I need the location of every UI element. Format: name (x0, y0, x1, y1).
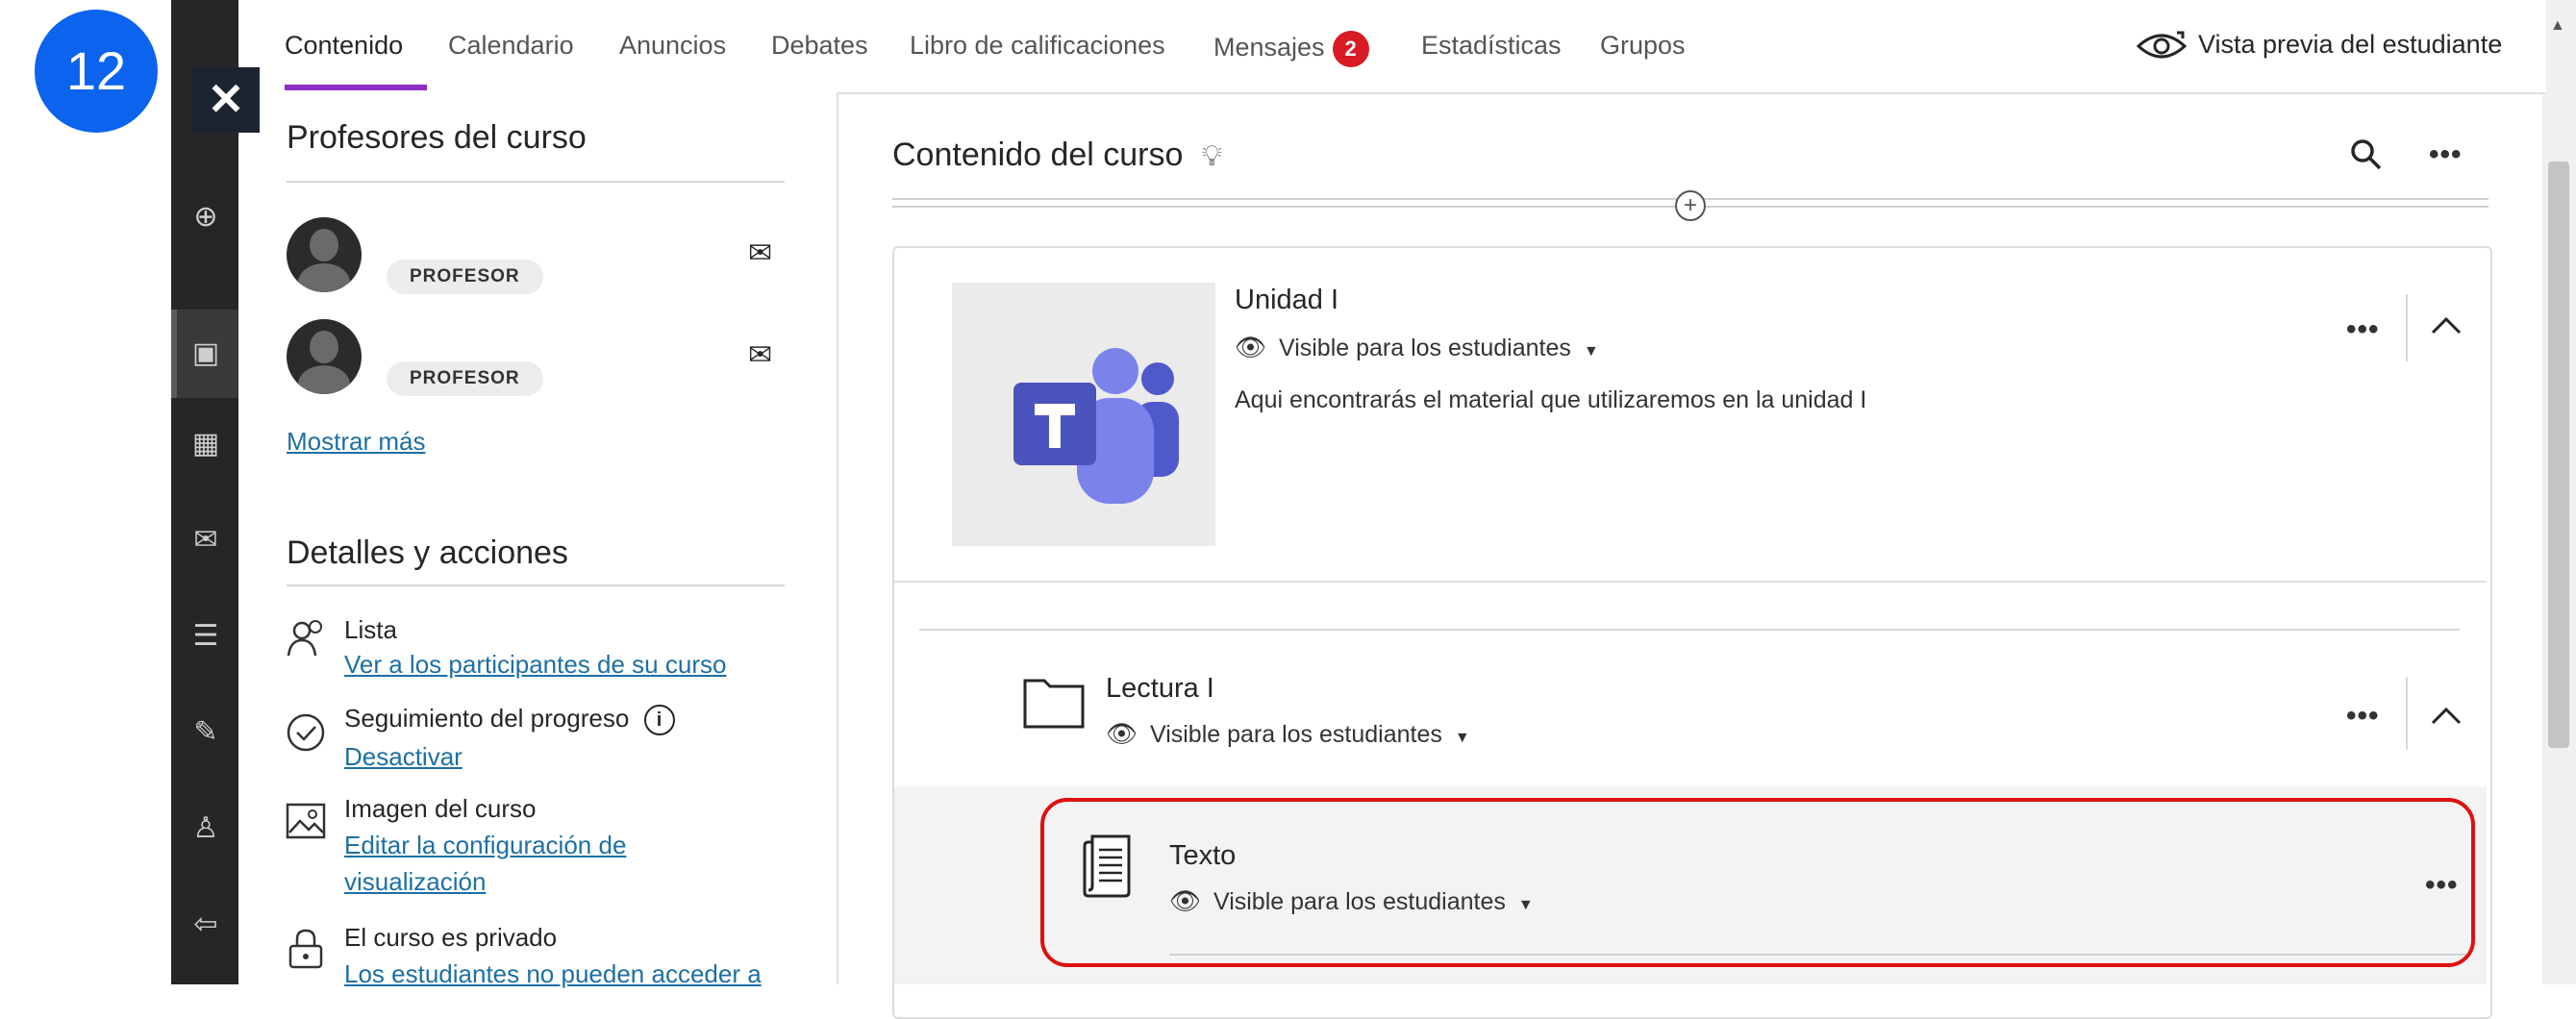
gradebook-icon[interactable]: ☰ (190, 621, 221, 652)
divider (2406, 294, 2408, 361)
folder-icon (1023, 679, 1085, 729)
caret-down-icon: ▼ (1454, 730, 1470, 746)
close-panel-button[interactable]: ✕ (192, 67, 260, 133)
folder-more-options-icon[interactable]: ••• (2346, 700, 2380, 733)
divider (287, 584, 785, 586)
teams-logo-icon (1013, 348, 1179, 504)
collapse-chevron-up-icon[interactable] (2429, 313, 2463, 336)
course-image-title: Imagen del curso (344, 794, 537, 823)
student-preview-icon (2136, 31, 2188, 59)
folder-title[interactable]: Lectura I (1106, 673, 1214, 705)
avatar[interactable] (287, 217, 362, 292)
messages-icon[interactable]: ✉ (190, 525, 221, 556)
roster-link[interactable]: Ver a los participantes de su curso (344, 650, 726, 680)
search-icon[interactable] (2348, 137, 2383, 171)
course-image-link-line1[interactable]: Editar la configuración de (344, 831, 626, 860)
roster-title: Lista (344, 615, 397, 644)
course-image-link-line2[interactable]: visualización (344, 867, 486, 897)
lightbulb-icon[interactable]: 💡︎ (1202, 140, 1222, 172)
email-icon[interactable]: ✉ (748, 338, 772, 372)
page-title: Contenido del curso 💡︎ (892, 137, 1222, 174)
folder-visibility-dropdown[interactable]: 👁︎ Visible para los estudiantes ▼ (1106, 719, 1470, 749)
active-nav-indicator (171, 310, 177, 398)
details-heading: Detalles y acciones (287, 534, 568, 571)
tab-contenido[interactable]: Contenido (285, 31, 403, 61)
course-content-icon[interactable]: ▣ (190, 338, 221, 369)
unit-visibility-label: Visible para los estudiantes (1278, 335, 1571, 361)
scroll-up-arrow-icon[interactable]: ▲ (2550, 17, 2565, 35)
globe-icon[interactable]: ⊕ (190, 202, 221, 233)
collapse-chevron-up-icon[interactable] (2429, 704, 2463, 727)
add-content-icon[interactable]: + (1675, 190, 1706, 221)
calendar-icon[interactable]: ▦ (190, 429, 221, 460)
image-icon (286, 803, 326, 839)
top-navigation: Contenido Calendario Anuncios Debates Li… (238, 0, 2546, 94)
professor-role-badge: PROFESOR (387, 361, 543, 396)
student-preview-label: Vista previa del estudiante (2198, 30, 2503, 60)
tab-mensajes-label: Mensajes (1213, 33, 1325, 62)
tab-mensajes[interactable]: Mensajes 2 (1213, 31, 1369, 67)
professors-heading: Profesores del curso (287, 119, 587, 156)
tab-grupos[interactable]: Grupos (1600, 31, 1686, 61)
course-nav-rail: ⊕ ▣ ▦ ✉ ☰ ✎ ♙ ⇦ (171, 0, 238, 984)
caret-down-icon: ▼ (1583, 343, 1599, 360)
unread-messages-badge: 2 (1332, 31, 1369, 67)
info-icon[interactable]: i (643, 705, 675, 736)
unit-thumbnail[interactable] (952, 283, 1215, 546)
eye-icon: 👁︎ (1235, 333, 1267, 361)
lock-icon (288, 929, 323, 969)
course-details-panel: Profesores del curso PROFESOR ✉ PROFESOR… (238, 92, 838, 988)
edit-icon[interactable]: ✎ (190, 717, 221, 748)
folder-visibility-label: Visible para los estudiantes (1149, 721, 1442, 748)
tab-libro-de-calificaciones[interactable]: Libro de calificaciones (910, 31, 1165, 61)
tab-debates[interactable]: Debates (771, 31, 868, 61)
email-icon[interactable]: ✉ (748, 236, 772, 270)
private-course-link[interactable]: Los estudiantes no pueden acceder a (344, 959, 762, 989)
student-preview-button[interactable]: Vista previa del estudiante (2135, 29, 2502, 63)
progress-check-icon (287, 713, 325, 752)
unit-title[interactable]: Unidad I (1235, 285, 1338, 316)
tab-estadisticas[interactable]: Estadísticas (1421, 31, 1562, 61)
active-tab-underline (285, 85, 427, 90)
show-more-link[interactable]: Mostrar más (287, 427, 425, 457)
divider (894, 581, 2487, 583)
highlight-annotation (1040, 798, 2475, 967)
progress-title-text: Seguimiento del progreso (344, 704, 630, 733)
eye-icon: 👁︎ (1106, 719, 1138, 748)
people-icon[interactable]: ♙ (190, 813, 221, 844)
divider (919, 629, 2460, 631)
tab-calendario[interactable]: Calendario (448, 31, 574, 61)
more-options-icon[interactable]: ••• (2429, 138, 2463, 171)
logout-icon[interactable]: ⇦ (190, 909, 221, 940)
unit-more-options-icon[interactable]: ••• (2346, 313, 2380, 346)
divider (2406, 677, 2408, 750)
unit-description: Aqui encontrarás el material que utiliza… (1235, 386, 1867, 413)
step-number-badge: 12 (35, 10, 158, 133)
tab-anuncios[interactable]: Anuncios (619, 31, 726, 61)
professor-role-badge: PROFESOR (387, 260, 543, 294)
avatar[interactable] (287, 319, 362, 394)
page-title-text: Contenido del curso (892, 137, 1184, 173)
progress-title: Seguimiento del progreso i (344, 704, 675, 736)
private-course-title: El curso es privado (344, 923, 558, 952)
roster-icon (287, 620, 322, 657)
progress-disable-link[interactable]: Desactivar (344, 742, 463, 772)
divider (287, 181, 785, 183)
unit-visibility-dropdown[interactable]: 👁︎ Visible para los estudiantes ▼ (1235, 333, 1599, 362)
page-scrollbar-thumb[interactable] (2548, 162, 2569, 748)
